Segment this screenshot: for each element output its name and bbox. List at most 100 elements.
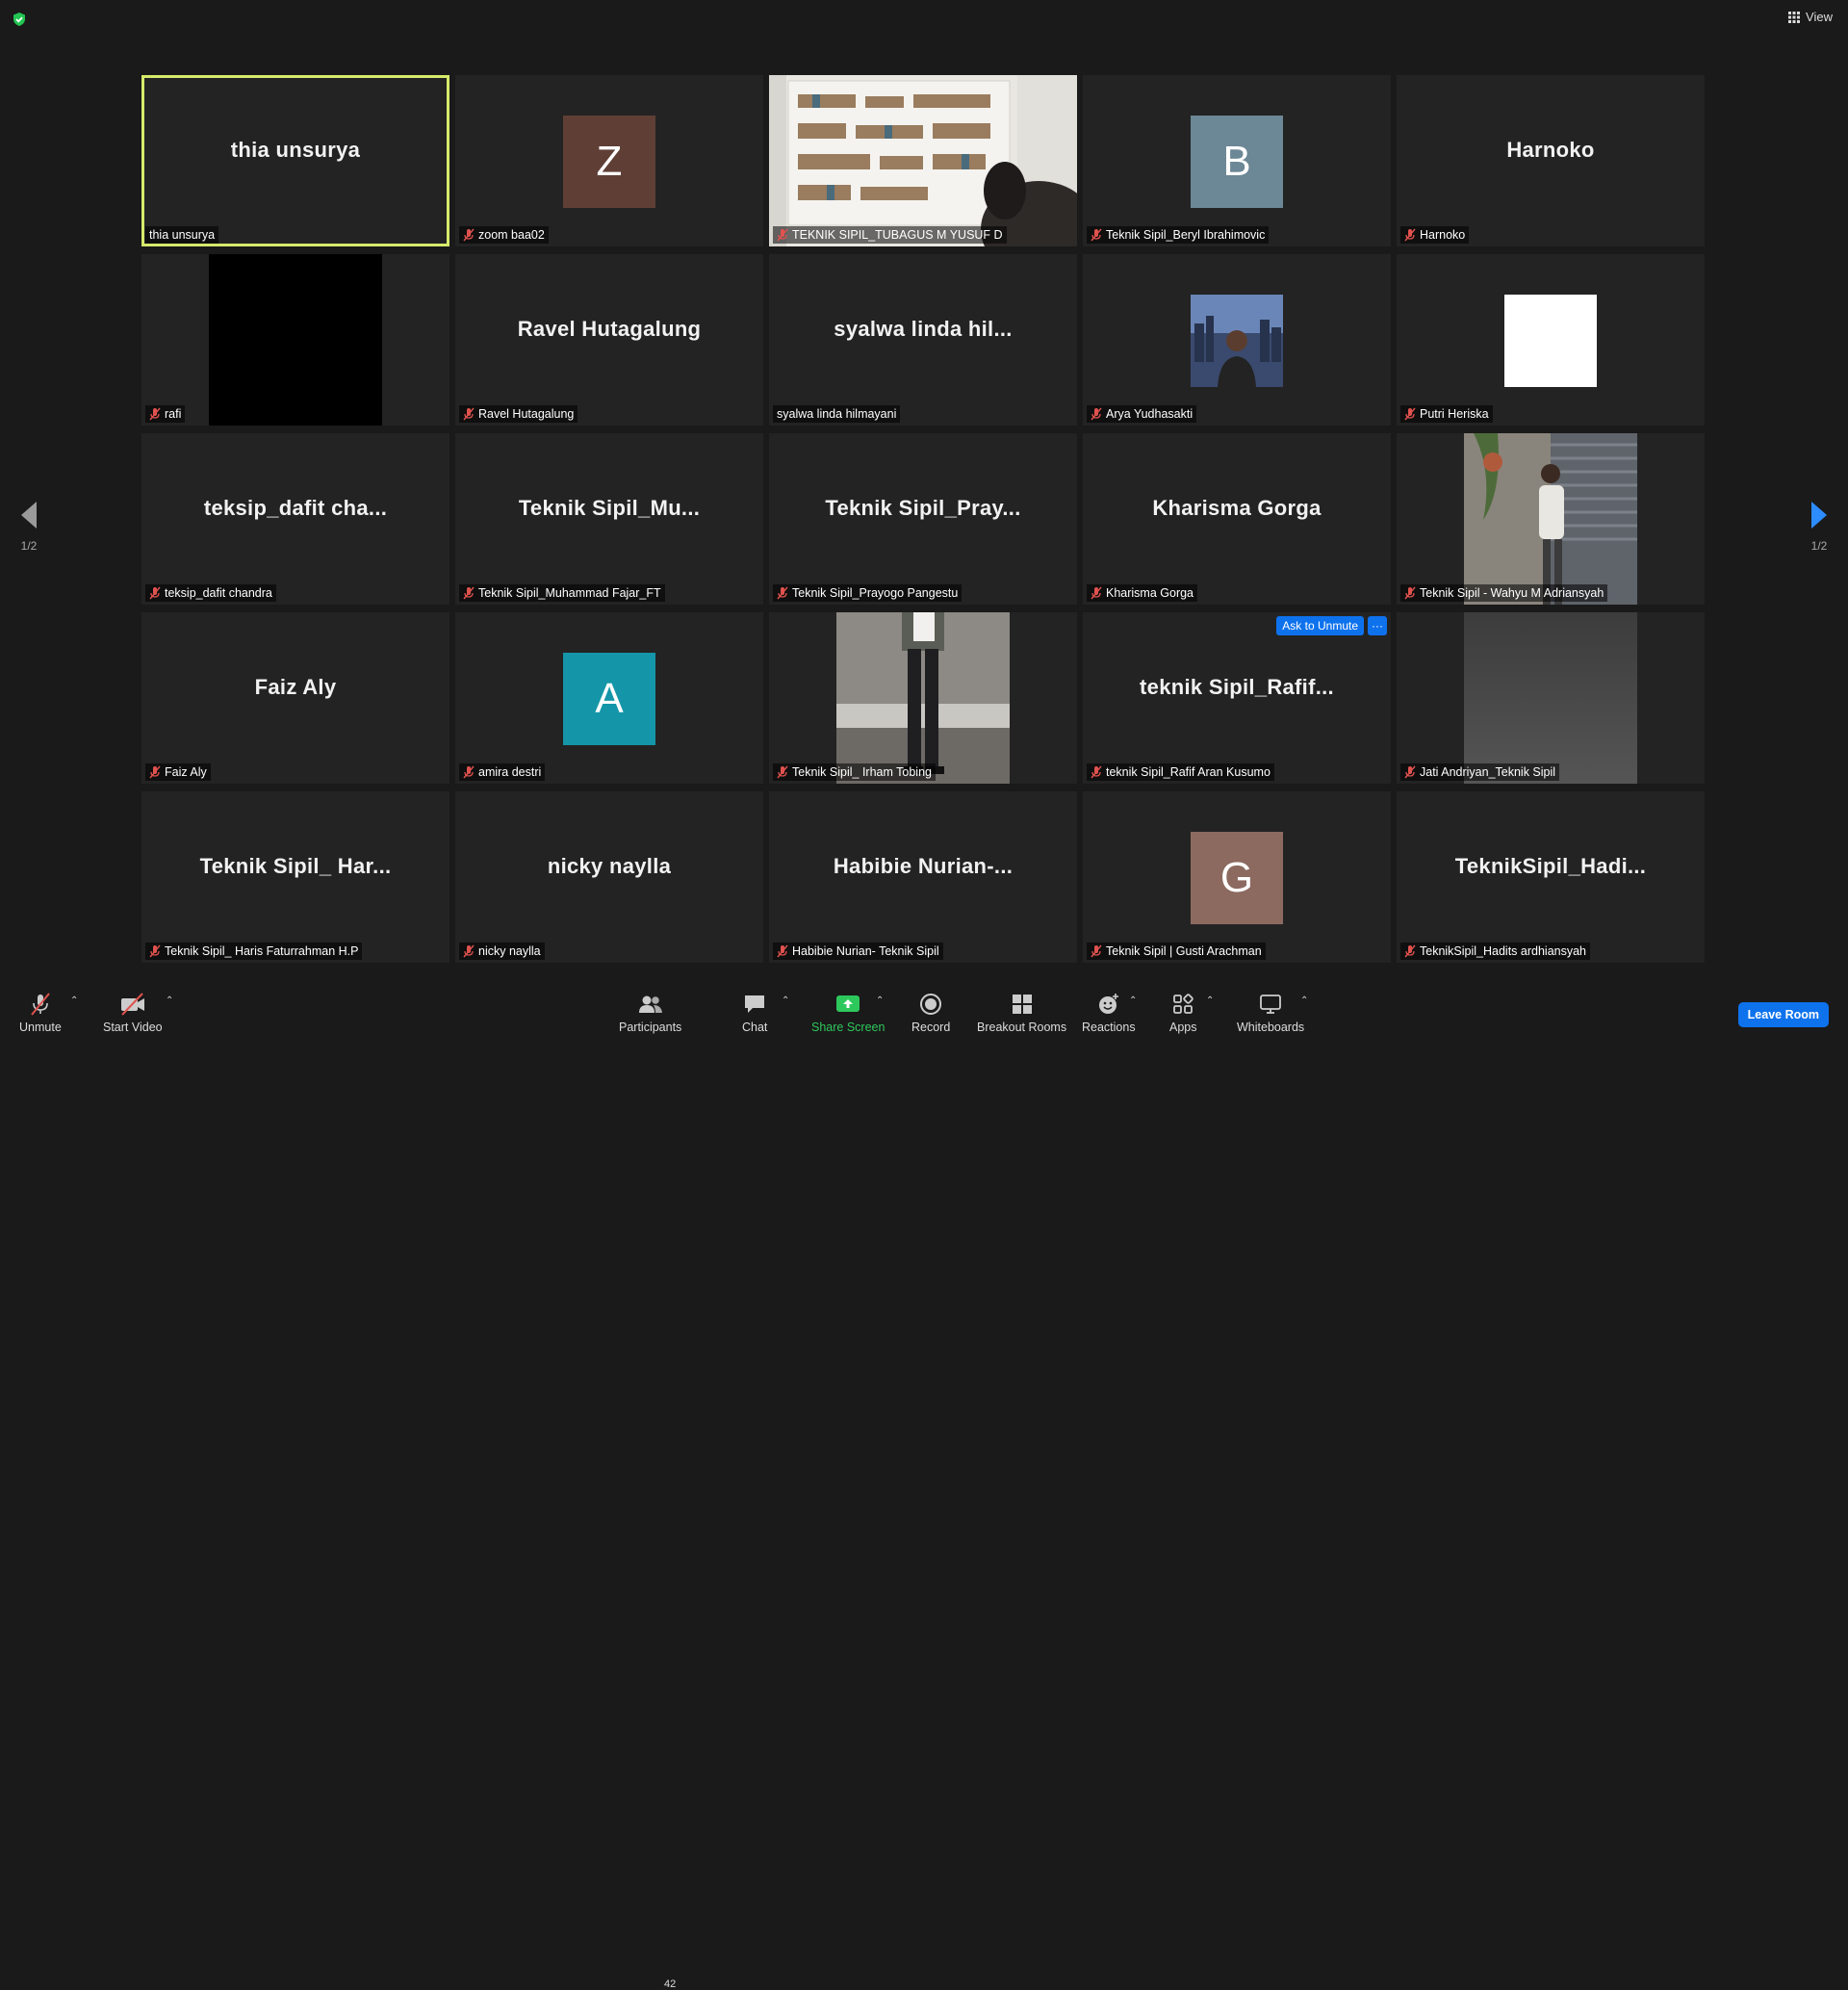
participant-display-name: syalwa linda hil... <box>834 317 1013 341</box>
participant-tile[interactable]: rafi <box>141 254 449 426</box>
participant-tile[interactable]: Z zoom baa02 <box>455 75 763 246</box>
participant-tile[interactable]: B Teknik Sipil_Beryl Ibrahimovic <box>1083 75 1391 246</box>
view-button[interactable]: View <box>1788 10 1833 24</box>
breakout-rooms-button[interactable]: Breakout Rooms <box>977 992 1066 1034</box>
participant-tile[interactable]: Teknik Sipil - Wahyu M Adriansyah <box>1397 433 1705 605</box>
participant-tile[interactable]: Teknik Sipil_ Har... Teknik Sipil_ Haris… <box>141 791 449 963</box>
previous-page-button[interactable]: 1/2 <box>10 501 48 553</box>
participant-name: Teknik Sipil_Beryl Ibrahimovic <box>1106 228 1266 242</box>
participant-tile[interactable]: Teknik Sipil_Mu... Teknik Sipil_Muhammad… <box>455 433 763 605</box>
participant-tile[interactable]: Faiz Aly Faiz Aly <box>141 612 449 784</box>
participant-name: Kharisma Gorga <box>1106 586 1194 600</box>
participant-name: teknik Sipil_Rafif Aran Kusumo <box>1106 765 1270 779</box>
participant-display-name: Habibie Nurian-... <box>833 854 1014 878</box>
muted-mic-icon <box>777 765 788 779</box>
share-screen-label: Share Screen <box>811 1021 886 1034</box>
grid-view-icon <box>1788 11 1801 23</box>
chat-button[interactable]: Chat <box>742 992 767 1034</box>
meeting-toolbar: Unmute ⌃ Start Video ⌃ Participants 42 C… <box>0 982 1848 1990</box>
participant-name: zoom baa02 <box>478 228 545 242</box>
participant-tile[interactable]: Jati Andriyan_Teknik Sipil <box>1397 612 1705 784</box>
participant-name-label: Arya Yudhasakti <box>1087 405 1197 423</box>
muted-mic-icon <box>1091 228 1102 242</box>
participant-tile[interactable]: TeknikSipil_Hadi... TeknikSipil_Hadits a… <box>1397 791 1705 963</box>
participant-tile[interactable]: Kharisma Gorga Kharisma Gorga <box>1083 433 1391 605</box>
participant-tile[interactable]: Ask to Unmute ··· teknik Sipil_Rafif... … <box>1083 612 1391 784</box>
reactions-label: Reactions <box>1082 1021 1136 1034</box>
muted-mic-icon <box>463 944 475 958</box>
apps-button[interactable]: Apps <box>1169 992 1197 1034</box>
whiteboards-button[interactable]: Whiteboards <box>1237 992 1304 1034</box>
participant-tile[interactable]: Teknik Sipil_Pray... Teknik Sipil_Prayog… <box>769 433 1077 605</box>
participant-tile[interactable]: nicky naylla nicky naylla <box>455 791 763 963</box>
participant-name: Teknik Sipil | Gusti Arachman <box>1106 944 1262 958</box>
next-page-button[interactable]: 1/2 <box>1800 501 1838 553</box>
muted-mic-icon <box>149 944 161 958</box>
muted-mic-icon <box>1091 765 1102 779</box>
participant-tile[interactable]: Habibie Nurian-... Habibie Nurian- Tekni… <box>769 791 1077 963</box>
whiteboards-options-caret[interactable]: ⌃ <box>1300 995 1308 1006</box>
participant-video-bookshelf <box>769 75 1077 246</box>
share-screen-button[interactable]: Share Screen <box>811 992 885 1034</box>
participant-display-name: Teknik Sipil_ Har... <box>199 854 392 878</box>
unmute-button[interactable]: Unmute <box>19 992 62 1034</box>
participant-tile[interactable]: Arya Yudhasakti <box>1083 254 1391 426</box>
avatar: A <box>563 653 655 745</box>
video-options-caret[interactable]: ⌃ <box>166 995 173 1006</box>
audio-options-caret[interactable]: ⌃ <box>70 995 78 1006</box>
participant-name-label: Habibie Nurian- Teknik Sipil <box>773 943 943 960</box>
top-bar: View <box>0 0 1848 39</box>
participants-icon <box>638 995 662 1013</box>
participant-name: Teknik Sipil - Wahyu M Adriansyah <box>1420 586 1604 600</box>
participant-display-name: nicky naylla <box>547 854 672 878</box>
muted-mic-icon <box>1404 944 1416 958</box>
reactions-button[interactable]: Reactions <box>1082 992 1136 1034</box>
participant-tile[interactable]: Harnoko Harnoko <box>1397 75 1705 246</box>
participant-tile[interactable]: thia unsurya thia unsurya <box>141 75 449 246</box>
leave-room-button[interactable]: Leave Room <box>1737 1002 1829 1027</box>
whiteboard-icon <box>1260 995 1281 1014</box>
muted-mic-icon <box>1404 765 1416 779</box>
view-label: View <box>1806 10 1833 24</box>
participant-tile[interactable]: TEKNIK SIPIL_TUBAGUS M YUSUF D <box>769 75 1077 246</box>
participant-name-label: thia unsurya <box>145 226 219 244</box>
chat-label: Chat <box>742 1021 768 1034</box>
apps-options-caret[interactable]: ⌃ <box>1206 995 1214 1006</box>
participant-name-label: Ravel Hutagalung <box>459 405 578 423</box>
participant-display-name: Kharisma Gorga <box>1152 496 1322 520</box>
avatar: G <box>1191 832 1283 924</box>
participant-tile[interactable]: teksip_dafit cha... teksip_dafit chandra <box>141 433 449 605</box>
participant-tile[interactable]: A amira destri <box>455 612 763 784</box>
participant-tile[interactable]: Teknik Sipil_ Irham Tobing <box>769 612 1077 784</box>
security-shield-icon[interactable] <box>12 12 27 27</box>
participant-video-standing-person <box>836 612 1010 784</box>
participant-name-label: rafi <box>145 405 186 423</box>
muted-mic-icon <box>463 765 475 779</box>
record-button[interactable]: Record <box>911 992 950 1034</box>
share-options-caret[interactable]: ⌃ <box>876 995 884 1006</box>
muted-mic-icon <box>1404 407 1416 421</box>
participant-name-label: syalwa linda hilmayani <box>773 405 901 423</box>
participant-tile[interactable]: syalwa linda hil... syalwa linda hilmaya… <box>769 254 1077 426</box>
participants-label: Participants <box>619 1021 682 1034</box>
participant-name: teksip_dafit chandra <box>165 586 272 600</box>
participant-display-name: teksip_dafit cha... <box>203 496 388 520</box>
participant-video-dim <box>1464 612 1637 784</box>
participant-display-name: Harnoko <box>1506 138 1595 162</box>
participant-tile[interactable]: Ravel Hutagalung Ravel Hutagalung <box>455 254 763 426</box>
muted-mic-icon <box>1091 944 1102 958</box>
participant-display-name: TeknikSipil_Hadi... <box>1454 854 1647 878</box>
participants-button[interactable]: Participants <box>619 992 681 1034</box>
record-label: Record <box>911 1021 951 1034</box>
share-screen-icon <box>836 995 860 1012</box>
start-video-button[interactable]: Start Video <box>103 992 163 1034</box>
reactions-options-caret[interactable]: ⌃ <box>1129 995 1137 1006</box>
unmute-label: Unmute <box>19 1021 62 1034</box>
participant-name-label: Teknik Sipil_Muhammad Fajar_FT <box>459 584 665 602</box>
participant-name: Putri Heriska <box>1420 407 1489 421</box>
chat-options-caret[interactable]: ⌃ <box>782 995 789 1006</box>
participant-name-label: Teknik Sipil_Beryl Ibrahimovic <box>1087 226 1270 244</box>
participant-tile[interactable]: G Teknik Sipil | Gusti Arachman <box>1083 791 1391 963</box>
start-video-label: Start Video <box>103 1021 163 1034</box>
participant-tile[interactable]: Putri Heriska <box>1397 254 1705 426</box>
